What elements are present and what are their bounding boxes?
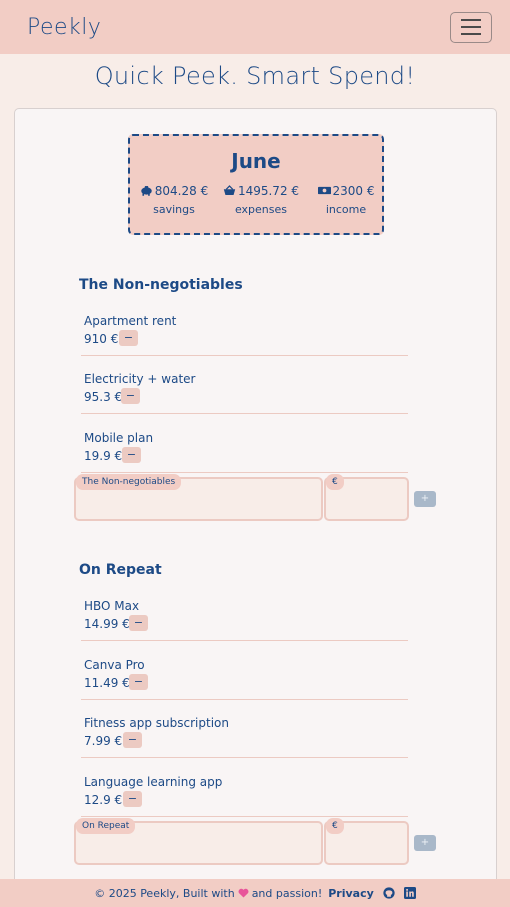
item-amount: 14.99 € bbox=[84, 617, 130, 631]
income-value-row: 2300 € bbox=[306, 184, 386, 198]
savings-label: savings bbox=[153, 203, 195, 216]
list-item: Electricity + water 95.3 € − bbox=[81, 372, 408, 414]
item-name: Fitness app subscription bbox=[84, 716, 229, 730]
footer-copyright: © 2025 Peekly, Built with bbox=[94, 886, 235, 900]
income-value: 2300 € bbox=[332, 184, 375, 198]
expenses-value: 1495.72 € bbox=[237, 184, 300, 198]
remove-item-button[interactable]: − bbox=[119, 330, 138, 346]
budget-card: June 804.28 € savings 1495.72 € expenses bbox=[14, 108, 497, 888]
remove-item-button[interactable]: − bbox=[123, 732, 142, 748]
list-item: Apartment rent 910 € − bbox=[81, 314, 408, 356]
item-name: HBO Max bbox=[84, 599, 140, 613]
expenses-label: expenses bbox=[234, 203, 288, 216]
savings-stat: 804.28 € savings bbox=[134, 184, 214, 216]
footer-passion: and passion! bbox=[251, 886, 323, 900]
item-amount: 910 € bbox=[84, 332, 119, 346]
item-amount: 11.49 € bbox=[84, 676, 130, 690]
hamburger-menu-icon bbox=[461, 19, 481, 21]
remove-item-button[interactable]: − bbox=[122, 447, 141, 463]
amount-floating-label: € bbox=[326, 474, 344, 490]
remove-item-button[interactable]: − bbox=[121, 388, 140, 404]
navbar: Peekly bbox=[0, 0, 510, 54]
hamburger-line bbox=[461, 26, 481, 28]
list-item: Fitness app subscription 7.99 € − bbox=[81, 716, 408, 758]
hamburger-line bbox=[461, 33, 481, 35]
section-title-non-negotiables: The Non-negotiables bbox=[79, 277, 243, 293]
add-item-row: On Repeat € + bbox=[74, 818, 439, 865]
page-tagline: Quick Peek. Smart Spend! bbox=[94, 62, 416, 90]
footer: © 2025 Peekly, Built with and passion! P… bbox=[0, 879, 510, 907]
item-amount: 95.3 € bbox=[84, 390, 123, 404]
brand-logo[interactable]: Peekly bbox=[27, 15, 101, 40]
savings-value: 804.28 € bbox=[154, 184, 209, 198]
linkedin-icon[interactable] bbox=[403, 887, 416, 899]
expenses-stat: 1495.72 € expenses bbox=[221, 184, 301, 216]
savings-value-row: 804.28 € bbox=[134, 184, 214, 198]
month-title: June bbox=[231, 149, 281, 173]
heart-icon bbox=[238, 888, 249, 898]
item-name: Canva Pro bbox=[84, 658, 145, 672]
item-name: Apartment rent bbox=[84, 314, 177, 328]
item-name: Language learning app bbox=[84, 775, 223, 789]
add-item-row: The Non-negotiables € + bbox=[74, 474, 439, 521]
github-icon[interactable] bbox=[383, 887, 395, 899]
add-item-button[interactable]: + bbox=[414, 835, 436, 851]
list-item: Language learning app 12.9 € − bbox=[81, 775, 408, 817]
item-amount: 7.99 € bbox=[84, 734, 123, 748]
add-item-button[interactable]: + bbox=[414, 491, 436, 507]
item-amount: 12.9 € bbox=[84, 793, 123, 807]
item-name-floating-label: The Non-negotiables bbox=[76, 474, 182, 490]
item-name-floating-label: On Repeat bbox=[76, 818, 136, 834]
income-stat: 2300 € income bbox=[306, 184, 386, 216]
piggy-bank-icon bbox=[141, 186, 152, 196]
basket-icon bbox=[223, 185, 236, 195]
item-amount: 19.9 € bbox=[84, 449, 123, 463]
section-title-on-repeat: On Repeat bbox=[79, 562, 162, 578]
remove-item-button[interactable]: − bbox=[123, 791, 142, 807]
item-name: Electricity + water bbox=[84, 372, 196, 386]
list-item: Mobile plan 19.9 € − bbox=[81, 431, 408, 473]
menu-toggle-button[interactable] bbox=[450, 11, 492, 43]
expenses-value-row: 1495.72 € bbox=[221, 184, 301, 198]
month-summary: June 804.28 € savings 1495.72 € expenses bbox=[128, 134, 384, 235]
list-item: HBO Max 14.99 € − bbox=[81, 599, 408, 641]
list-item: Canva Pro 11.49 € − bbox=[81, 658, 408, 700]
income-label: income bbox=[325, 203, 367, 216]
amount-floating-label: € bbox=[326, 818, 344, 834]
remove-item-button[interactable]: − bbox=[129, 615, 148, 631]
cash-icon bbox=[317, 186, 331, 195]
privacy-link[interactable]: Privacy bbox=[328, 887, 374, 900]
item-name: Mobile plan bbox=[84, 431, 154, 445]
remove-item-button[interactable]: − bbox=[129, 674, 148, 690]
